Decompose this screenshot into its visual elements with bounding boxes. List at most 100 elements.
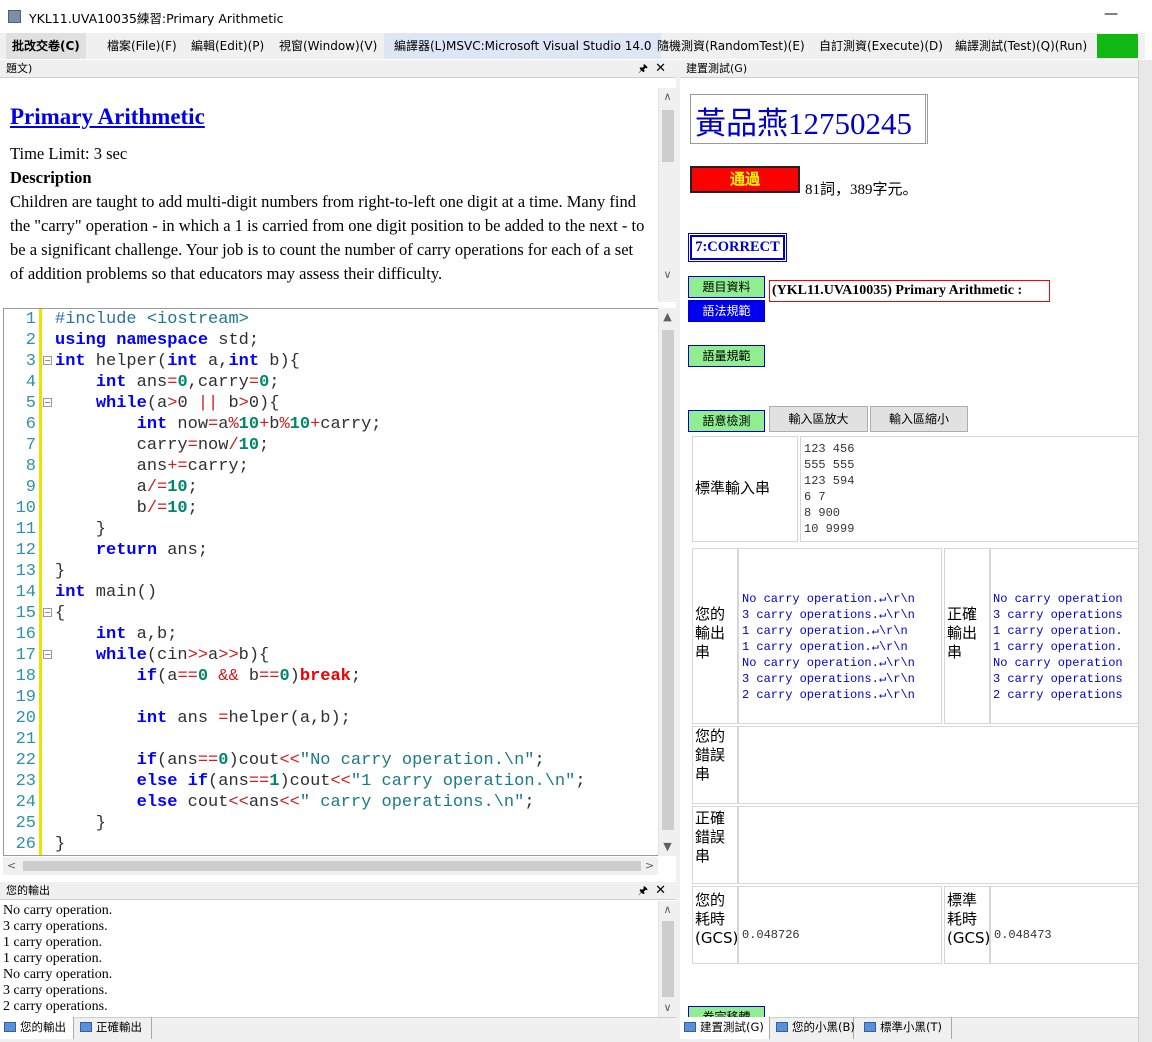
scroll-down-icon[interactable]: ∨: [659, 1001, 676, 1014]
window-title: YKL11.UVA10035練習:Primary Arithmetic: [29, 11, 284, 26]
problem-title[interactable]: Primary Arithmetic: [10, 104, 650, 130]
scroll-up-icon[interactable]: ∧: [659, 903, 676, 916]
line-number: 25: [15, 814, 36, 833]
description-heading: Description: [10, 168, 92, 187]
line-number: 6: [25, 415, 36, 434]
problem-scrollbar[interactable]: ∧ ∨: [658, 88, 676, 302]
code-editor[interactable]: 1 2 3 4 5 6 7 8 9 10 11 12 13 14 15 16 1…: [3, 308, 658, 856]
syntax-rules-button[interactable]: 語法規範: [688, 300, 765, 322]
scroll-up-icon[interactable]: ▲: [659, 310, 676, 323]
problem-info-button[interactable]: 題目資料: [688, 276, 765, 298]
code-line: while(a>0 || b>0){: [95, 394, 280, 413]
code-line: a/=10;: [55, 478, 198, 497]
std-input-box[interactable]: 123 456 555 555 123 594 6 7 8 900 10 999…: [800, 436, 1138, 542]
scroll-right-icon[interactable]: >: [645, 859, 654, 872]
correct-output-label: 正確輸出串: [947, 605, 978, 661]
close-icon[interactable]: ✕: [655, 60, 666, 78]
std-time-value: 0.048473: [994, 928, 1052, 942]
std-input-line: 8 900: [804, 506, 841, 520]
code-line: }: [55, 835, 66, 854]
line-number: 19: [15, 688, 36, 707]
your-output-line: 1 carry operation.↵\r\n: [742, 624, 908, 638]
line-number: 8: [25, 457, 36, 476]
tab-your-output[interactable]: 您的輸出: [0, 1017, 74, 1039]
pin-icon[interactable]: 🖈: [638, 882, 648, 900]
fold-icon[interactable]: −: [43, 398, 52, 407]
build-test-header: 建置測試(G): [680, 60, 1138, 78]
line-number: 12: [15, 541, 36, 560]
pin-icon[interactable]: 🖈: [638, 60, 648, 78]
correct-output-line: 1 carry operation.: [993, 640, 1123, 654]
correct-error-box[interactable]: [738, 806, 1138, 884]
correct-output-box[interactable]: No carry operation 3 carry operations 1 …: [990, 548, 1138, 724]
your-error-label: 您的錯誤串: [695, 727, 726, 783]
tab-your-blackbox[interactable]: 您的小黑(B): [772, 1017, 855, 1039]
your-output-line: No carry operation.↵\r\n: [742, 592, 915, 606]
semantic-check-button[interactable]: 語意檢測: [688, 410, 765, 432]
output-line: 3 carry operations.: [3, 983, 108, 998]
description-text: Children are taught to add multi-digit n…: [10, 192, 645, 283]
problem-pane-title: 題文): [6, 62, 33, 75]
std-input-label: 標準輸入串: [695, 479, 771, 497]
your-time-label: 您的耗時(GCS): [695, 891, 739, 947]
student-name: 黃品燕12750245: [695, 106, 912, 141]
word-count: 81詞，389字元。: [805, 182, 918, 198]
output-text[interactable]: No carry operation. 3 carry operations. …: [0, 901, 658, 1017]
scroll-thumb[interactable]: [662, 921, 674, 997]
line-number: 26: [15, 835, 36, 854]
code-line: using namespace std;: [55, 331, 260, 350]
your-error-box[interactable]: [738, 726, 1138, 804]
menu-submit[interactable]: 批改交卷(C): [6, 33, 86, 59]
right-edge-scrollbar[interactable]: [1138, 60, 1152, 1042]
line-number: 17: [15, 646, 36, 665]
tab-build-test[interactable]: 建置測試(G): [680, 1017, 770, 1039]
close-icon[interactable]: ✕: [655, 882, 666, 900]
menu-window[interactable]: 視窗(Window)(V): [273, 33, 383, 59]
correct-output-line: 1 carry operation.: [993, 624, 1123, 638]
volume-rules-button[interactable]: 語量規範: [688, 345, 765, 367]
code-hscrollbar[interactable]: < >: [3, 857, 658, 875]
menu-execute[interactable]: 自訂測資(Execute)(D): [813, 33, 949, 59]
scroll-thumb[interactable]: [662, 110, 674, 162]
scroll-down-icon[interactable]: ∨: [659, 268, 676, 281]
output-line: 3 carry operations.: [3, 919, 108, 934]
code-line: #include <iostream>: [55, 310, 249, 329]
code-line: int main(): [55, 583, 158, 602]
menu-compiler[interactable]: 編譯器(L)MSVC:Microsoft Visual Studio 14.0: [384, 33, 662, 59]
menu-file[interactable]: 檔案(File)(F): [101, 33, 183, 59]
input-shrink-button[interactable]: 輸入區縮小: [870, 406, 968, 432]
app-icon: [8, 10, 21, 23]
your-output-line: 2 carry operations.↵\r\n: [742, 688, 915, 702]
scroll-thumb[interactable]: [23, 861, 641, 871]
output-pane-header: 您的輸出 🖈 ✕: [0, 882, 676, 900]
menu-random-test[interactable]: 隨機測資(RandomTest)(E): [651, 33, 811, 59]
menu-bar: 批改交卷(C) 檔案(File)(F) 編輯(Edit)(P) 視窗(Windo…: [0, 33, 1145, 59]
your-output-box[interactable]: No carry operation.↵\r\n 3 carry operati…: [738, 548, 942, 724]
input-enlarge-button[interactable]: 輸入區放大: [769, 406, 868, 432]
output-scrollbar[interactable]: ∧ ∨: [658, 901, 676, 1017]
your-time-label-cell: 您的耗時(GCS): [692, 886, 738, 964]
correct-output-label-cell: 正確輸出串: [944, 548, 990, 724]
fold-icon[interactable]: −: [43, 608, 52, 617]
tab-std-blackbox[interactable]: 標準小黑(T): [860, 1017, 952, 1039]
code-line: {: [55, 604, 66, 623]
fold-icon[interactable]: −: [43, 650, 52, 659]
change-margin: [39, 309, 42, 855]
scroll-left-icon[interactable]: <: [7, 859, 16, 872]
line-number: 21: [15, 730, 36, 749]
scroll-thumb[interactable]: [662, 330, 674, 830]
scroll-up-icon[interactable]: ∧: [659, 90, 676, 103]
tab-correct-output[interactable]: 正確輸出: [76, 1017, 152, 1039]
std-input-label-cell: 標準輸入串: [692, 436, 798, 542]
scroll-down-icon[interactable]: ▼: [659, 840, 676, 853]
code-vscrollbar[interactable]: ▲ ▼: [658, 308, 676, 856]
std-input-line: 123 594: [804, 474, 855, 488]
line-number: 11: [15, 520, 36, 539]
code-line: }: [55, 562, 66, 581]
minimize-button[interactable]: —: [1104, 6, 1118, 22]
your-output-line: 1 carry operation.↵\r\n: [742, 640, 908, 654]
fold-icon[interactable]: −: [43, 356, 52, 365]
correct-error-label-cell: 正確錯誤串: [692, 806, 738, 884]
menu-test-run[interactable]: 編譯測試(Test)(Q)(Run): [949, 33, 1093, 59]
menu-edit[interactable]: 編輯(Edit)(P): [185, 33, 270, 59]
